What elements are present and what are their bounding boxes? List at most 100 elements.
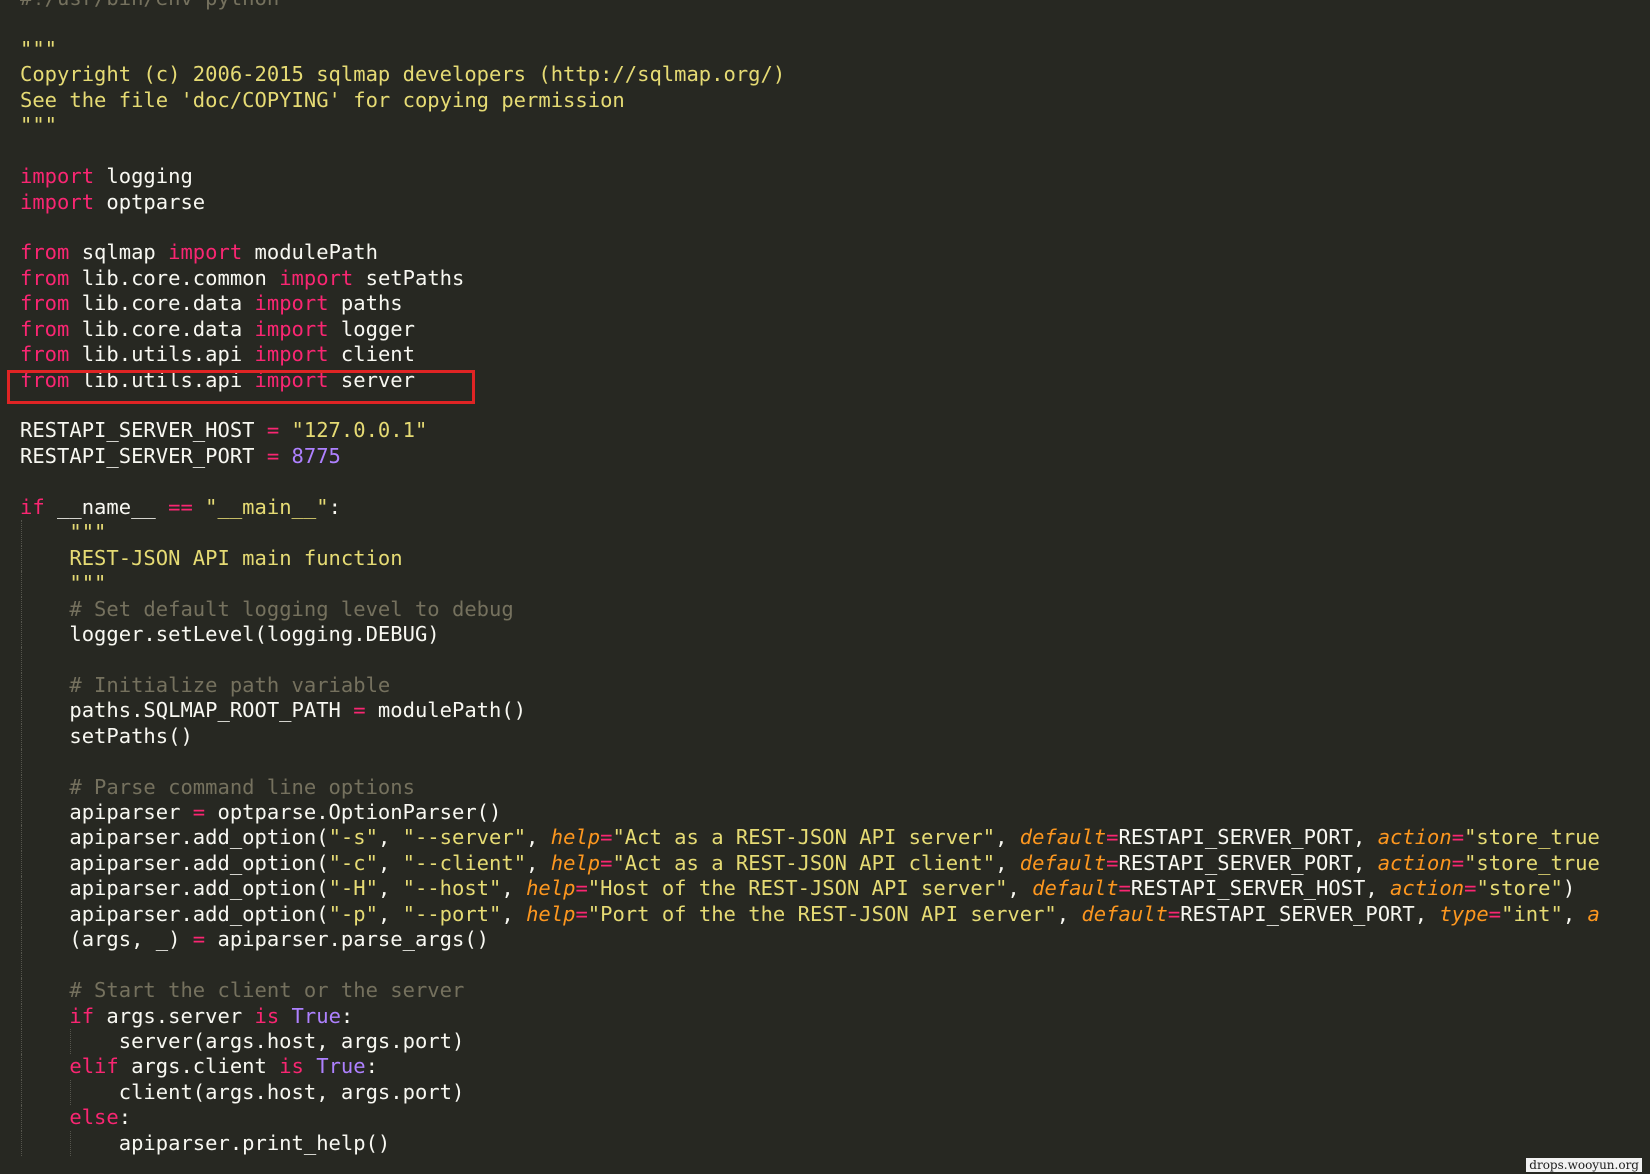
code-token: "int" <box>1501 901 1563 926</box>
code-line <box>20 647 1600 673</box>
code-line: from lib.utils.api import server <box>20 368 1600 393</box>
code-token: apiparser.add_option( <box>20 825 329 850</box>
code-line: import logging <box>20 164 1600 189</box>
code-token: a <box>1587 901 1600 926</box>
code-token: help <box>526 876 576 901</box>
code-token: is <box>254 1003 280 1028</box>
code-token: ) <box>1562 876 1576 901</box>
code-token: "__main__" <box>205 494 329 519</box>
code-token: = <box>575 901 588 926</box>
code-token: : <box>328 494 341 519</box>
code-line: """ <box>20 37 1600 62</box>
code-token: logging <box>94 164 193 189</box>
code-token: , <box>995 825 1020 850</box>
code-token: logger <box>328 316 415 341</box>
code-token: , <box>501 876 527 901</box>
code-token: , <box>501 901 527 926</box>
code-token: "Act as a REST-JSON API client" <box>612 850 996 875</box>
code-line: apiparser.add_option("-s", "--server", h… <box>20 825 1600 851</box>
code-token: elif <box>69 1054 119 1079</box>
code-token: # Start the client or the server <box>69 978 465 1003</box>
code-line: server(args.host, args.port) <box>20 1028 1600 1055</box>
indent-guide <box>70 1079 72 1106</box>
code-token: , <box>526 825 551 850</box>
code-token: """ <box>20 113 58 138</box>
code-token: #!/usr/bin/env python <box>20 0 279 10</box>
code-token: "--client" <box>402 850 527 875</box>
code-token: import <box>254 367 329 392</box>
code-token: type <box>1439 901 1489 926</box>
code-line <box>20 952 1600 979</box>
code-line: paths.SQLMAP_ROOT_PATH = modulePath() <box>20 698 1600 724</box>
code-token: , <box>377 850 403 875</box>
code-line: Copyright (c) 2006-2015 sqlmap developer… <box>20 62 1600 87</box>
code-line: # Parse command line options <box>20 774 1600 800</box>
indent-guide <box>21 1079 22 1106</box>
code-token: See the file 'doc/COPYING' for copying p… <box>20 87 625 112</box>
code-token: setPaths() <box>20 723 193 748</box>
code-token: optparse.OptionParser() <box>205 800 502 824</box>
code-token: server(args.host, args.port) <box>20 1028 465 1053</box>
code-token: , <box>377 825 403 850</box>
code-token: paths <box>328 291 403 316</box>
code-token: apiparser.print_help() <box>20 1130 391 1155</box>
code-token: """ <box>69 520 107 545</box>
code-token: import <box>20 189 95 214</box>
code-token: help <box>550 825 601 850</box>
code-token: apiparser <box>20 800 193 824</box>
code-token: import <box>279 265 354 290</box>
code-token: default <box>1081 901 1168 926</box>
code-token: __name__ <box>44 494 169 519</box>
indent-guide <box>21 520 22 546</box>
code-token: True <box>316 1054 366 1079</box>
code-line: if __name__ == "__main__": <box>20 495 1600 520</box>
indent-guide <box>21 621 22 648</box>
code-token: RESTAPI_SERVER_PORT <box>20 443 267 468</box>
code-token: default <box>1019 825 1107 850</box>
code-token: from <box>20 367 70 392</box>
code-line: apiparser.print_help() <box>20 1130 1600 1157</box>
code-token: import <box>254 291 329 316</box>
code-token: # Set default logging level to debug <box>69 596 514 621</box>
code-line: (args, _) = apiparser.parse_args() <box>20 927 1600 953</box>
code-token: from <box>20 316 70 341</box>
code-token: action <box>1390 876 1465 901</box>
code-token: = <box>266 418 280 443</box>
code-token: "--server" <box>402 825 527 850</box>
code-line: from lib.utils.api import client <box>20 342 1600 367</box>
code-token: apiparser.parse_args() <box>205 927 490 952</box>
code-token: = <box>575 876 588 901</box>
code-token: == <box>168 494 193 519</box>
code-token: # Parse command line options <box>69 774 415 799</box>
code-line: RESTAPI_SERVER_PORT = 8775 <box>20 444 1600 469</box>
code-line: See the file 'doc/COPYING' for copying p… <box>20 88 1600 113</box>
code-token: modulePath <box>242 240 378 265</box>
code-token: "127.0.0.1" <box>291 418 428 443</box>
code-line: if args.server is True: <box>20 1003 1600 1029</box>
code-token: from <box>20 342 70 367</box>
code-line: """ <box>20 571 1600 597</box>
indent-guide <box>21 1003 22 1029</box>
code-token: , <box>377 876 403 901</box>
code-token: , <box>377 901 403 926</box>
code-token: RESTAPI_SERVER_PORT, <box>1118 850 1378 875</box>
code-token: # Initialize path variable <box>69 672 391 697</box>
code-token: "Host of the REST-JSON API server" <box>587 876 1008 901</box>
code-line: import optparse <box>20 190 1600 215</box>
code-editor[interactable]: #!/usr/bin/env python """Copyright (c) 2… <box>0 0 1650 1174</box>
code-token: action <box>1377 825 1452 850</box>
code-line: #!/usr/bin/env python <box>20 0 1600 11</box>
code-area[interactable]: #!/usr/bin/env python """Copyright (c) 2… <box>20 0 1600 1157</box>
code-token: help <box>550 850 601 875</box>
